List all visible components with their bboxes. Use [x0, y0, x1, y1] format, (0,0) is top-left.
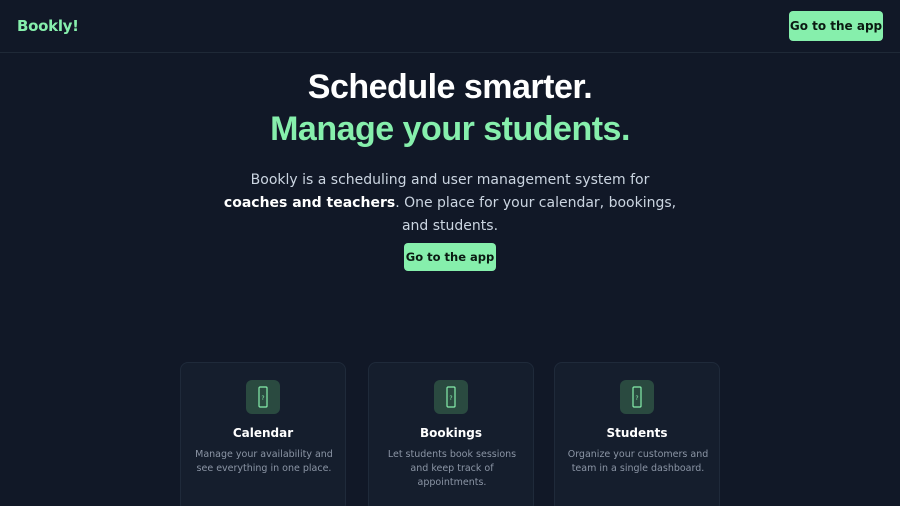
go-to-app-button-header[interactable]: Go to the app	[789, 11, 883, 41]
hero-title: Schedule smarter.	[307, 68, 593, 106]
svg-text:?: ?	[261, 395, 264, 402]
feature-title: Calendar	[232, 426, 294, 440]
phone-icon: ?	[620, 380, 654, 414]
landing-page: Bookly! Go to the app Schedule smarter. …	[0, 0, 900, 506]
svg-text:?: ?	[449, 395, 452, 402]
hero-desc-part1: Bookly is a scheduling and user manageme…	[250, 172, 650, 188]
feature-card-calendar: ? Calendar Manage your availability and …	[180, 362, 346, 506]
svg-text:?: ?	[635, 395, 638, 402]
feature-title: Students	[606, 426, 668, 440]
feature-card-bookings: ? Bookings Let students book sessions an…	[368, 362, 534, 506]
hero-desc-bold: coaches and teachers	[223, 195, 396, 211]
phone-icon: ?	[434, 380, 468, 414]
feature-text: Let students book sessions and keep trac…	[387, 449, 517, 488]
hero-desc-part2: . One place for your calendar, bookings,…	[395, 195, 677, 234]
feature-text: Manage your availability and see everyth…	[195, 449, 333, 474]
top-nav: Bookly! Go to the app	[0, 0, 900, 53]
phone-icon: ?	[246, 380, 280, 414]
feature-title: Bookings	[419, 426, 482, 440]
hero-subtitle: Manage your students.	[270, 110, 630, 148]
feature-card-students: ? Students Organize your customers and t…	[554, 362, 720, 506]
hero-description: Bookly is a scheduling and user manageme…	[220, 169, 680, 238]
go-to-app-button-hero[interactable]: Go to the app	[404, 243, 496, 271]
brand-logo[interactable]: Bookly!	[17, 17, 79, 35]
feature-text: Organize your customers and team in a si…	[567, 449, 709, 474]
